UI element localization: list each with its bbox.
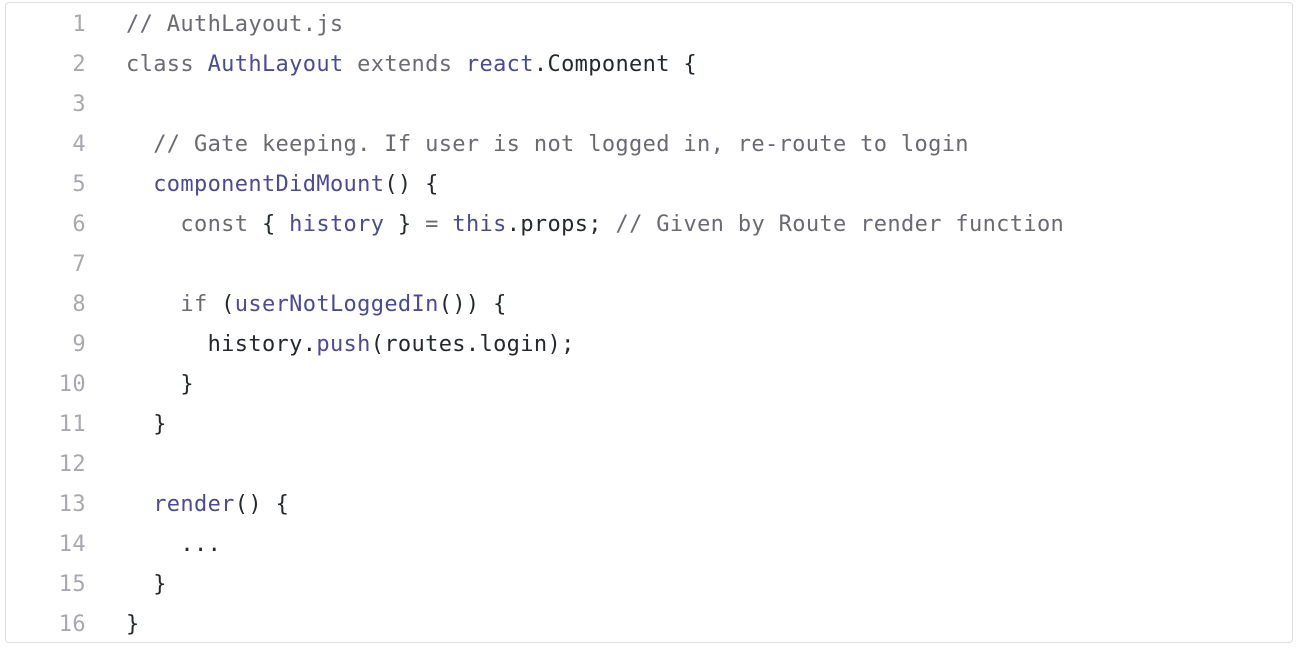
line-number: 9 <box>72 332 86 357</box>
code-line: 1 // AuthLayout.js <box>6 7 1292 47</box>
code-token-plain: } <box>126 612 140 637</box>
line-text: if (userNotLoggedIn()) { <box>126 287 507 323</box>
code-token-plain: (routes.login); <box>370 332 575 357</box>
code-token-name: push <box>316 332 371 357</box>
code-token-plain: () { <box>384 172 439 197</box>
line-text: } <box>126 567 167 603</box>
code-token-keyword: class <box>126 52 208 77</box>
code-line: 7 <box>6 247 1292 287</box>
line-text: } <box>126 367 194 403</box>
code-line: 14 ... <box>6 527 1292 567</box>
code-token-comment: // Given by Route render function <box>615 212 1065 237</box>
line-text: class AuthLayout extends react.Component… <box>126 47 697 83</box>
line-number: 4 <box>72 132 86 157</box>
line-number: 3 <box>72 92 86 117</box>
code-block: 1 // AuthLayout.js 2 class AuthLayout exten… <box>5 2 1293 643</box>
line-number: 16 <box>58 612 86 637</box>
code-line: 16} <box>6 607 1292 647</box>
code-token-name: history <box>289 212 385 237</box>
line-text: // AuthLayout.js <box>126 7 344 43</box>
code-token-name: userNotLoggedIn <box>234 292 439 317</box>
line-number: 15 <box>58 572 86 597</box>
code-token-keyword: = <box>425 212 439 237</box>
line-text: render() { <box>126 487 289 523</box>
code-token-plain: } <box>126 372 194 397</box>
code-line: 5 componentDidMount() { <box>6 167 1292 207</box>
code-token-keyword: if <box>126 292 208 317</box>
line-number: 8 <box>72 292 86 317</box>
code-line: 10 } <box>6 367 1292 407</box>
line-number: 2 <box>72 52 86 77</box>
line-text: // Gate keeping. If user is not logged i… <box>126 127 969 163</box>
code-token-plain: history. <box>126 332 317 357</box>
line-number: 11 <box>58 412 86 437</box>
code-token-plain: { <box>248 212 290 237</box>
code-token-plain: () { <box>234 492 290 517</box>
code-token-name: AuthLayout <box>207 52 344 77</box>
code-line: 2 class AuthLayout extends react.Componen… <box>6 47 1292 87</box>
code-line: 9 history.push(routes.login); <box>6 327 1292 367</box>
line-number: 13 <box>58 492 86 517</box>
code-line: 8 if (userNotLoggedIn()) { <box>6 287 1292 327</box>
code-token-name: componentDidMount <box>153 172 385 197</box>
line-number: 5 <box>72 172 86 197</box>
code-token-comment: // Gate keeping. If user is not logged i… <box>126 132 969 157</box>
code-token-plain: .Component { <box>533 52 698 77</box>
code-token-name: render <box>153 492 235 517</box>
code-line: 15 } <box>6 567 1292 607</box>
code-line: 13 render() { <box>6 487 1292 527</box>
code-line: 12 <box>6 447 1292 487</box>
line-number: 10 <box>58 372 86 397</box>
line-number: 6 <box>72 212 86 237</box>
line-text: } <box>126 407 167 443</box>
line-number: 14 <box>58 532 86 557</box>
code-token-plain: } <box>126 412 167 437</box>
line-text: componentDidMount() { <box>126 167 439 203</box>
line-text: ... <box>126 527 221 563</box>
line-text: const { history } = this.props; // Given… <box>126 207 1064 243</box>
code-token-plain: } <box>126 572 167 597</box>
code-token-plain: ( <box>207 292 235 317</box>
code-line: 4 // Gate keeping. If user is not logged… <box>6 127 1292 167</box>
code-line: 11 } <box>6 407 1292 447</box>
code-token-name: react <box>465 52 534 77</box>
code-token-name: this <box>452 212 507 237</box>
line-number: 12 <box>58 452 86 477</box>
code-token-keyword: const <box>126 212 249 237</box>
code-token-plain: .props; <box>506 212 616 237</box>
code-token-plain: ... <box>126 532 222 557</box>
line-number: 7 <box>72 252 86 277</box>
code-line: 3 <box>6 87 1292 127</box>
code-token-plain: ()) { <box>438 292 507 317</box>
code-lines: 1 // AuthLayout.js 2 class AuthLayout exten… <box>6 7 1292 647</box>
line-text: history.push(routes.login); <box>126 327 575 363</box>
code-token-keyword: extends <box>343 52 466 77</box>
line-text: } <box>126 607 140 643</box>
code-token-comment: // AuthLayout.js <box>126 12 344 37</box>
line-number: 1 <box>72 12 86 37</box>
code-token-plain: } <box>384 212 426 237</box>
code-line: 6 const { history } = this.props; // Giv… <box>6 207 1292 247</box>
